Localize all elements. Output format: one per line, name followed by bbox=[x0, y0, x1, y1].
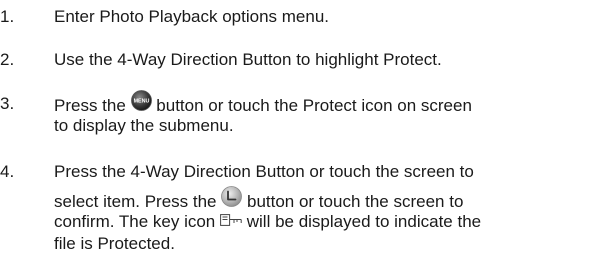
page: { "steps": [ { "number": "1.", "text": "… bbox=[0, 0, 604, 264]
step-number: 4. bbox=[0, 162, 15, 181]
step-text: will be displayed to indicate the bbox=[246, 212, 482, 231]
step-text-block: Press the 4-Way Direction Button or touc… bbox=[54, 161, 594, 255]
step-text-block: Enter Photo Playback options menu. bbox=[54, 6, 594, 28]
key-icon bbox=[220, 210, 242, 232]
step-text: confirm. The key icon bbox=[54, 212, 216, 231]
step-text: Use the 4-Way Direction Button to highli… bbox=[54, 50, 442, 69]
step-text: Press the bbox=[54, 95, 126, 115]
step-line: Press the MENU button or touch the Prote… bbox=[54, 90, 594, 117]
step-line: select item. Press the button or touch t… bbox=[54, 186, 594, 211]
menu-button-icon: MENU bbox=[130, 90, 152, 117]
step-text: Enter Photo Playback options menu. bbox=[54, 7, 329, 26]
step-line: confirm. The key icon will be displayed … bbox=[54, 211, 594, 233]
step-text-block: Use the 4-Way Direction Button to highli… bbox=[54, 49, 594, 71]
step-text: to display the submenu. bbox=[54, 116, 234, 135]
step-text: button or touch the Protect icon on scre… bbox=[156, 95, 472, 115]
step-text: Press the 4-Way Direction Button or touc… bbox=[54, 162, 474, 181]
step-text: file is Protected. bbox=[54, 234, 175, 253]
step-number: 3. bbox=[0, 94, 15, 113]
menu-button-label: MENU bbox=[133, 99, 149, 105]
step-number: 1. bbox=[0, 7, 15, 26]
step-number: 2. bbox=[0, 50, 15, 69]
step-text: select item. Press the bbox=[54, 191, 217, 211]
step-text: button or touch the screen to bbox=[246, 191, 464, 211]
step-text-block: Press the MENU button or touch the Prote… bbox=[54, 90, 594, 137]
